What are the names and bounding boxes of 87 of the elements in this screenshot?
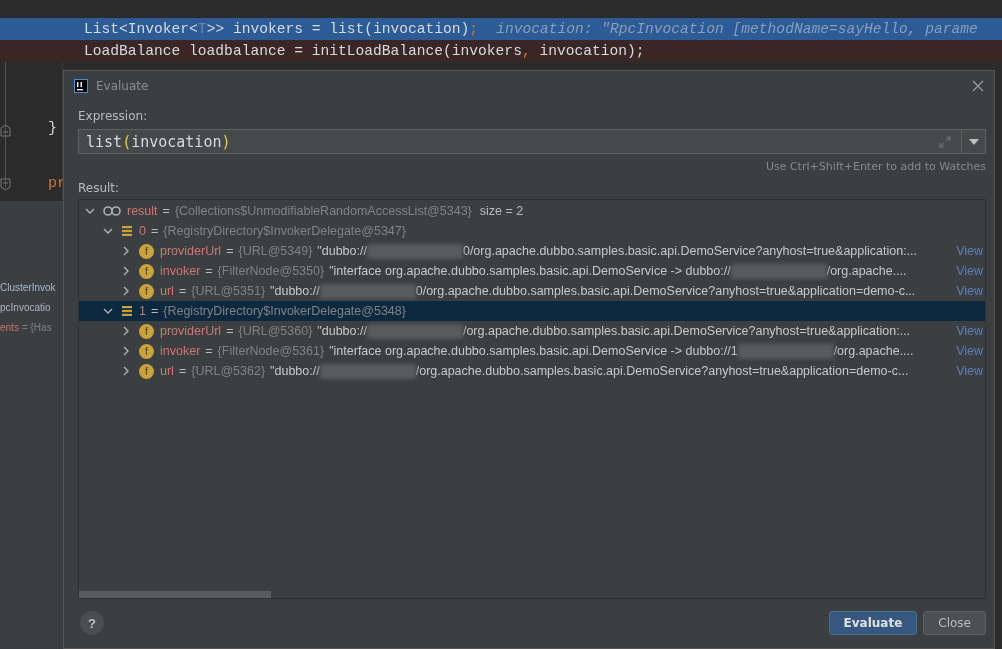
value-text: /org.apache.dubbo.samples.basic.api.DemoService?anyhost=true&application:... bbox=[462, 324, 911, 338]
chevron-down-icon[interactable] bbox=[103, 306, 113, 316]
window-title: Evaluate bbox=[96, 79, 150, 93]
variable-name: providerUrl bbox=[160, 244, 222, 258]
equals-sign: = bbox=[178, 364, 187, 378]
object-reference: {URL@5351} bbox=[191, 284, 266, 298]
scrollbar-thumb[interactable] bbox=[79, 591, 271, 598]
expression-label: Expression: bbox=[78, 109, 149, 123]
equals-sign: = bbox=[162, 204, 170, 218]
variable-name: invoker bbox=[160, 344, 201, 358]
chevron-down-icon[interactable] bbox=[85, 206, 95, 216]
variable-name: invoker bbox=[160, 264, 201, 278]
list-icon bbox=[121, 225, 133, 237]
equals-sign: = bbox=[205, 344, 213, 358]
close-button[interactable]: Close bbox=[923, 611, 986, 635]
object-reference: {URL@5360} bbox=[238, 324, 313, 338]
evaluate-button[interactable]: Evaluate bbox=[828, 611, 918, 635]
tree-row[interactable]: f invoker = {FilterNode@5361} "interface org.apache.dubbo.samples.basic.api.DemoService -> dubbo://1 /org.apache.... View bbox=[79, 341, 985, 361]
variable-name: providerUrl bbox=[160, 324, 222, 338]
chevron-right-icon[interactable] bbox=[121, 286, 131, 296]
field-badge: f bbox=[139, 243, 154, 259]
equals-sign: = bbox=[226, 244, 234, 258]
expression-field[interactable]: list(invocation) bbox=[78, 129, 986, 154]
chevron-right-icon[interactable] bbox=[121, 326, 131, 336]
value-text: "interface org.apache.dubbo.samples.basic.api.DemoService -> dubbo://1 bbox=[329, 344, 738, 358]
object-reference: {RegistryDirectory$InvokerDelegate@5347} bbox=[163, 224, 406, 238]
equals-sign: = bbox=[226, 324, 234, 338]
value-text: "dubbo:// bbox=[317, 244, 367, 258]
close-icon[interactable] bbox=[972, 80, 984, 92]
chevron-right-icon[interactable] bbox=[121, 246, 131, 256]
tree-row[interactable]: f providerUrl = {URL@5349} "dubbo:// 0/org.apache.dubbo.samples.basic.api.DemoService?anyhost=true&application:... View bbox=[79, 241, 985, 261]
value-text: /org.apache.dubbo.samples.basic.api.DemoService?anyhost=true&application=demo-c... bbox=[415, 364, 909, 378]
variable-name: 0 bbox=[139, 224, 146, 238]
equals-sign: = bbox=[178, 284, 187, 298]
tree-row[interactable]: f url = {URL@5351} "dubbo:// 0/org.apache.dubbo.samples.basic.api.DemoService?anyhost=true&application=demo-c... View bbox=[79, 281, 985, 301]
tree-row[interactable]: result = {Collections$UnmodifiableRandomAccessList@5343} size = 2 bbox=[79, 201, 985, 221]
chevron-right-icon[interactable] bbox=[121, 266, 131, 276]
object-reference: {Collections$UnmodifiableRandomAccessList@5343} bbox=[174, 204, 472, 218]
field-badge: f bbox=[139, 363, 154, 379]
object-reference: {FilterNode@5361} bbox=[217, 344, 325, 358]
value-text: /org.apache.... bbox=[833, 344, 914, 358]
variable-name: url bbox=[160, 364, 174, 378]
variable-name: ents bbox=[0, 321, 19, 333]
variable-name: result bbox=[127, 204, 158, 218]
fold-icon[interactable] bbox=[0, 124, 11, 137]
tree-row[interactable]: 0 = {RegistryDirectory$InvokerDelegate@5347} bbox=[79, 221, 985, 241]
tree-row[interactable]: f invoker = {FilterNode@5350} "interface org.apache.dubbo.samples.basic.api.DemoService -> dubbo:// /org.apache.... View bbox=[79, 261, 985, 281]
equals-sign: = bbox=[150, 304, 159, 318]
field-badge: f bbox=[139, 343, 154, 359]
object-reference: {RegistryDirectory$InvokerDelegate@5348} bbox=[163, 304, 406, 318]
value-text: "dubbo:// bbox=[270, 284, 320, 298]
fold-icon[interactable] bbox=[0, 178, 11, 191]
variable-name: ClusterInvok bbox=[0, 281, 56, 293]
tree-row[interactable]: f providerUrl = {URL@5360} "dubbo:// /org.apache.dubbo.samples.basic.api.DemoService?anyhost=true&application:... View bbox=[79, 321, 985, 341]
chevron-right-icon[interactable] bbox=[121, 346, 131, 356]
object-reference: {URL@5362} bbox=[191, 364, 266, 378]
hint-text: Use Ctrl+Shift+Enter to add to Watches bbox=[765, 160, 986, 173]
code-text: pr bbox=[48, 175, 66, 192]
watch-icon bbox=[103, 206, 121, 216]
value-text: 0/org.apache.dubbo.samples.basic.api.DemoService?anyhost=true&application:... bbox=[462, 244, 918, 258]
value-text: /org.apache.... bbox=[826, 264, 907, 278]
value-text: "dubbo:// bbox=[270, 364, 320, 378]
field-badge: f bbox=[139, 263, 154, 279]
result-label: Result: bbox=[78, 181, 121, 195]
variable-name: 1 bbox=[139, 304, 146, 318]
help-button[interactable]: ? bbox=[80, 611, 104, 635]
app-logo-icon bbox=[74, 79, 88, 93]
list-icon bbox=[121, 305, 133, 317]
object-reference: {FilterNode@5350} bbox=[217, 264, 325, 278]
equals-sign: = bbox=[150, 224, 159, 238]
value-text: 0/org.apache.dubbo.samples.basic.api.DemoService?anyhost=true&application=demo-c... bbox=[415, 284, 916, 298]
field-badge: f bbox=[139, 323, 154, 339]
variable-value: = {Has bbox=[21, 321, 52, 333]
tree-row[interactable]: 1 = {RegistryDirectory$InvokerDelegate@5348} bbox=[79, 301, 985, 321]
code-text: } bbox=[48, 120, 57, 137]
tree-row[interactable]: f url = {URL@5362} "dubbo:// /org.apache.dubbo.samples.basic.api.DemoService?anyhost=true&application=demo-c... View bbox=[79, 361, 985, 381]
value-text: "interface org.apache.dubbo.samples.basic.api.DemoService -> dubbo:// bbox=[329, 264, 731, 278]
field-badge: f bbox=[139, 283, 154, 299]
equals-sign: = bbox=[205, 264, 213, 278]
chevron-down-icon[interactable] bbox=[103, 226, 113, 236]
object-reference: {URL@5349} bbox=[238, 244, 313, 258]
size-text: size = 2 bbox=[479, 204, 524, 218]
variable-name: pcInvocatio bbox=[0, 301, 51, 313]
variable-name: url bbox=[160, 284, 174, 298]
chevron-right-icon[interactable] bbox=[121, 366, 131, 376]
caret-icon bbox=[968, 138, 979, 145]
value-text: "dubbo:// bbox=[317, 324, 367, 338]
